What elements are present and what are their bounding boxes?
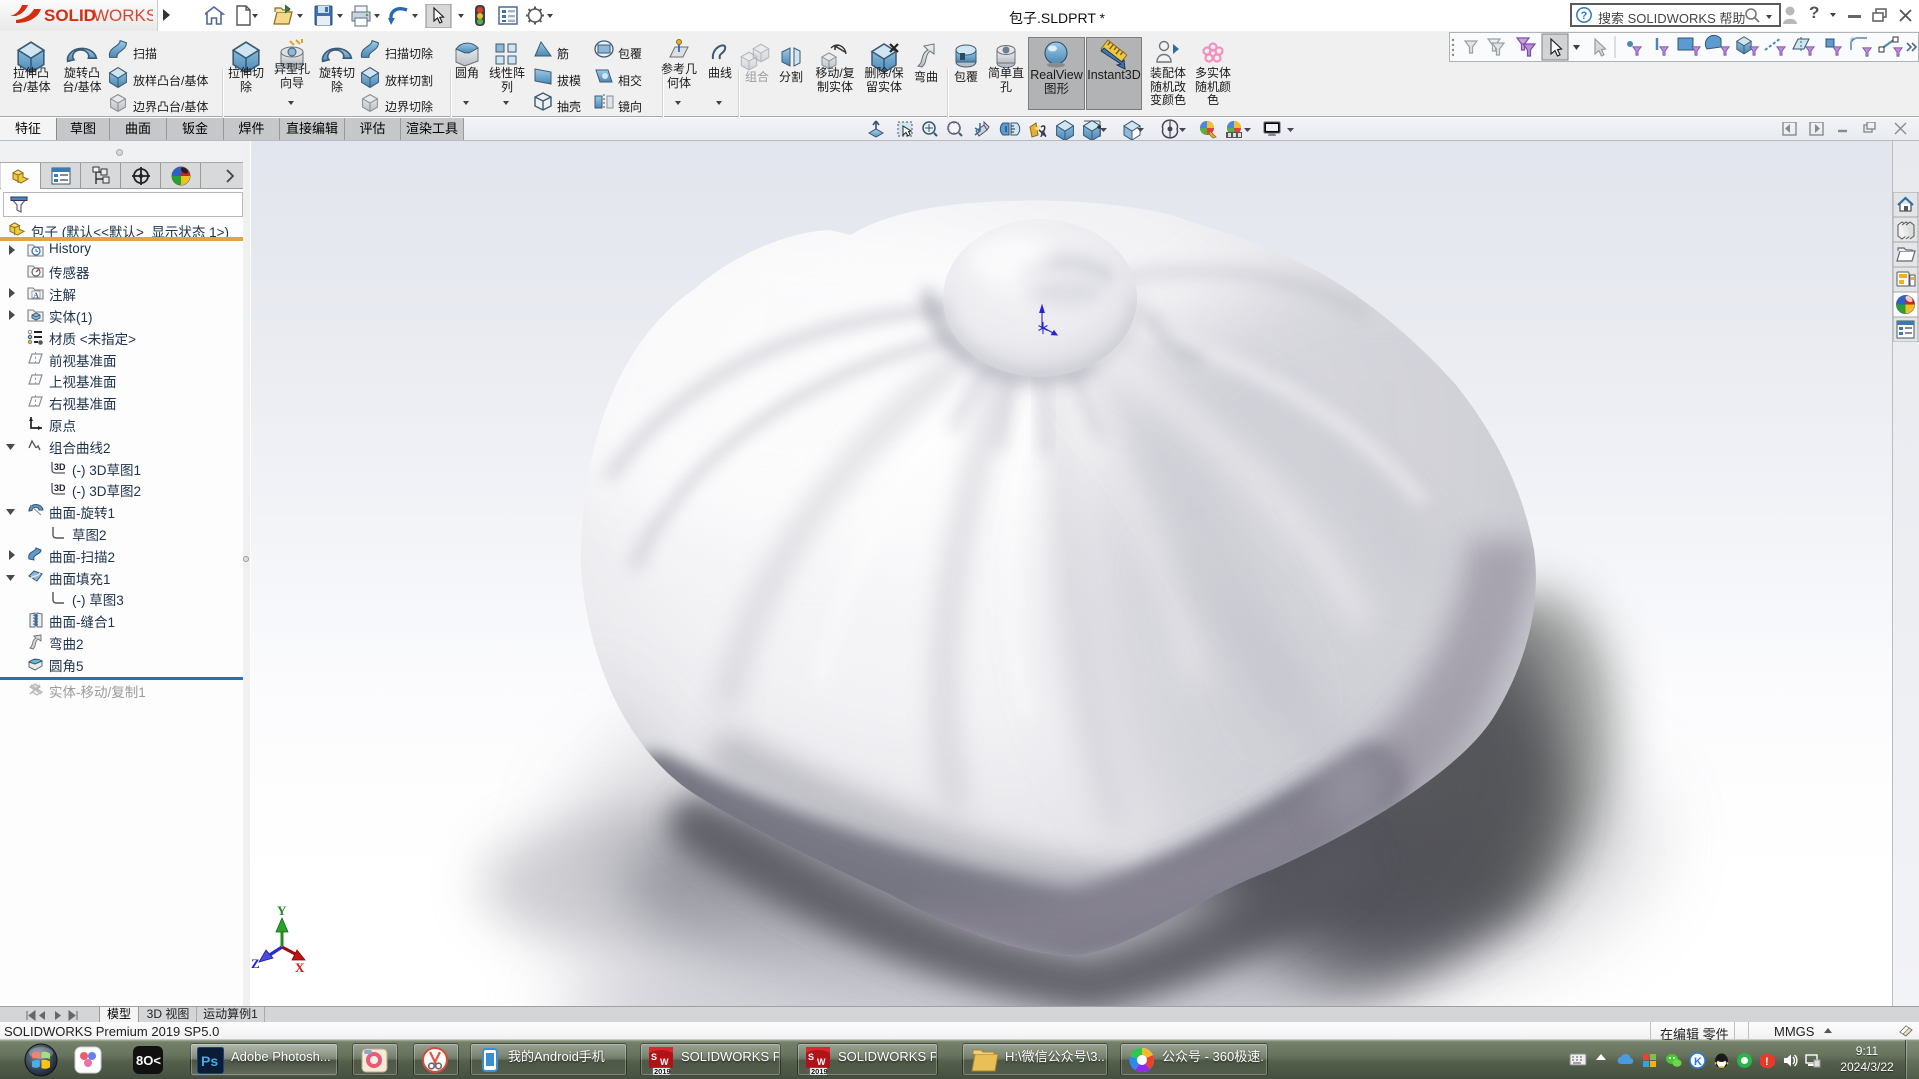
svg-text:A: A <box>33 291 39 300</box>
svg-text:3D: 3D <box>54 462 66 472</box>
svg-text:W: W <box>660 1057 669 1067</box>
svg-text:2019: 2019 <box>811 1067 828 1075</box>
svg-text:?: ? <box>1581 10 1588 22</box>
svg-text:WORKS: WORKS <box>93 6 153 25</box>
svg-text:W: W <box>817 1057 826 1067</box>
svg-text:Y: Y <box>277 903 287 918</box>
svg-text:8O<: 8O< <box>136 1053 161 1068</box>
svg-text:Z: Z <box>251 956 260 971</box>
svg-text:3D: 3D <box>54 483 66 493</box>
svg-text:S: S <box>651 1052 657 1062</box>
svg-text:Ps: Ps <box>201 1053 218 1069</box>
svg-text:A: A <box>1040 129 1047 139</box>
svg-text:X: X <box>295 960 305 975</box>
svg-text:2019: 2019 <box>654 1067 671 1075</box>
svg-text:!: ! <box>1765 1056 1769 1068</box>
svg-text:S: S <box>808 1052 814 1062</box>
svg-text:SOLID: SOLID <box>44 6 96 25</box>
svg-text:K: K <box>1694 1056 1702 1068</box>
